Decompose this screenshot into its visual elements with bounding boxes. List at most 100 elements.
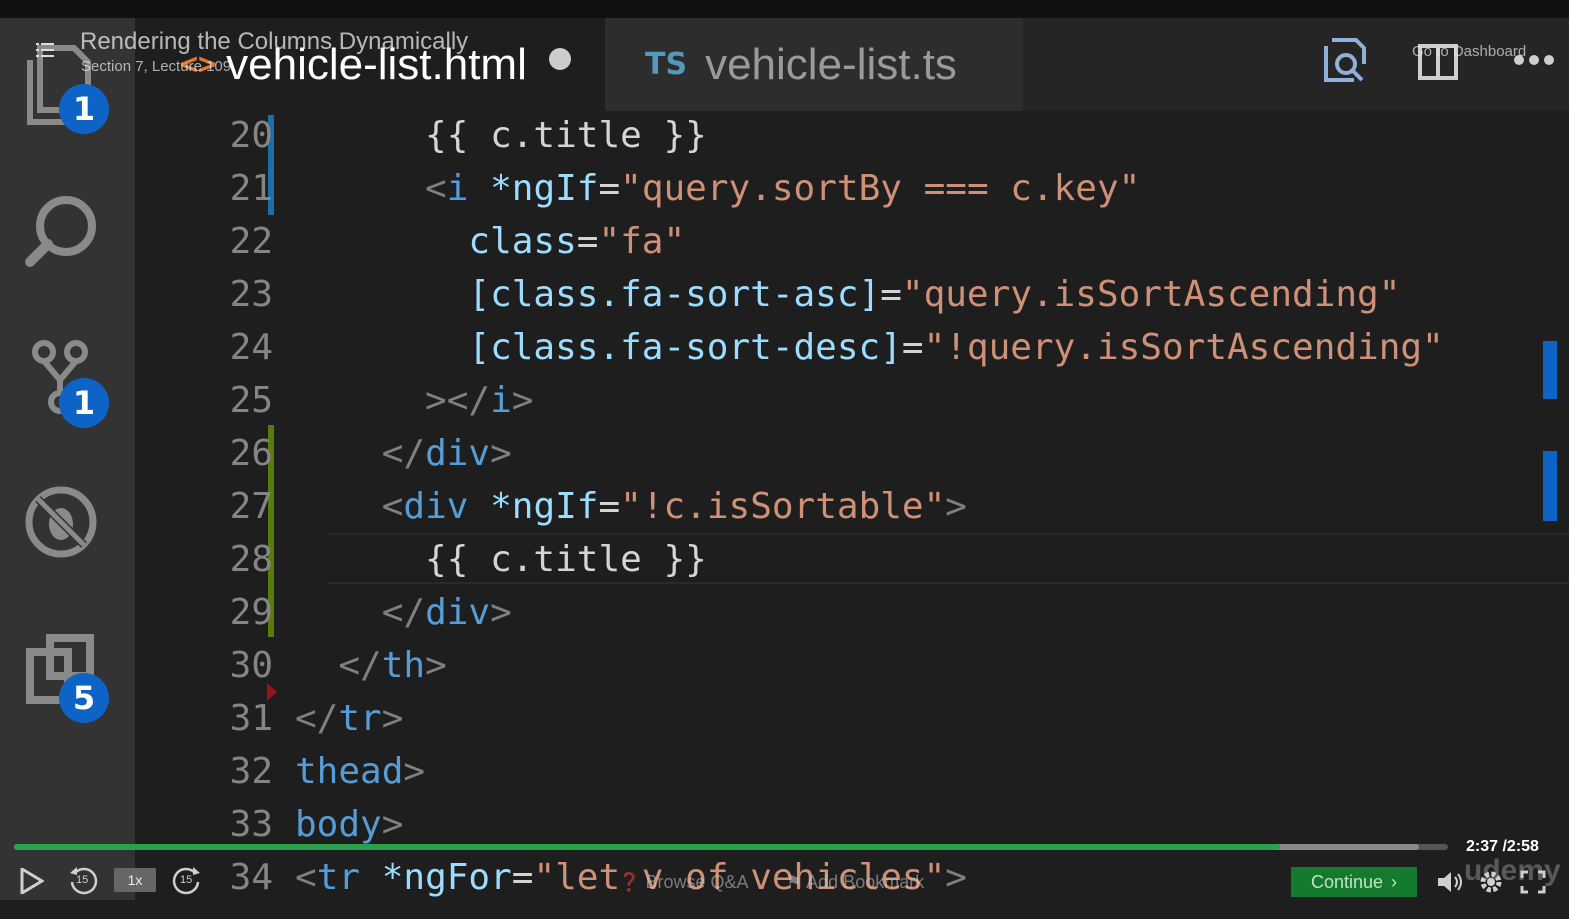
code-token: >	[945, 486, 967, 527]
code-token: =	[576, 221, 599, 262]
line-number: 22	[229, 221, 273, 262]
add-bookmark-label: Add Bookmark	[806, 872, 925, 892]
play-icon[interactable]	[20, 868, 44, 894]
code-text: <div *ngIf="!c.isSortable">	[295, 480, 967, 533]
code-line[interactable]: 23 [class.fa-sort-asc]="query.isSortAsce…	[135, 268, 1535, 321]
code-token: =	[598, 486, 621, 527]
code-token: tr	[338, 698, 382, 739]
line-number: 24	[229, 327, 273, 368]
code-token: =	[598, 168, 621, 209]
code-line[interactable]: 21 <i *ngIf="query.sortBy === c.key"	[135, 162, 1535, 215]
code-line[interactable]: 31 </tr>	[135, 692, 1535, 745]
code-text: </th>	[295, 639, 447, 692]
line-number: 20	[229, 115, 273, 156]
code-line[interactable]: 25 ></i>	[135, 374, 1535, 427]
code-line[interactable]: 30 </th>	[135, 639, 1535, 692]
code-token: thead	[295, 751, 404, 792]
browse-qa-label: Browse Q&A	[645, 872, 749, 892]
code-token: >	[403, 751, 426, 792]
continue-button[interactable]: Continue ›	[1291, 867, 1417, 897]
code-token: >	[511, 380, 534, 421]
code-token: "query.sortBy === c.key"	[620, 168, 1141, 209]
code-text: ></i>	[295, 374, 533, 427]
code-token: =	[901, 327, 924, 368]
scrollbar-change-marker	[1543, 341, 1557, 399]
duration: /2:58	[1502, 838, 1539, 855]
code-token: *ngIf	[468, 486, 599, 527]
search-preview-icon[interactable]	[1322, 38, 1368, 84]
browse-qa-link[interactable]: ❓ Browse Q&A	[618, 872, 748, 893]
lecture-list-icon[interactable]	[36, 42, 54, 58]
lecture-title: Rendering the Columns Dynamically	[80, 28, 469, 55]
fullscreen-icon[interactable]	[1520, 870, 1546, 894]
code-token: >	[490, 433, 512, 474]
code-token: div	[425, 433, 491, 474]
code-line[interactable]: 20 {{ c.title }}	[135, 109, 1535, 162]
code-line[interactable]: 26 </div>	[135, 427, 1535, 480]
code-token: </	[381, 592, 426, 633]
unsaved-dot-icon[interactable]	[549, 48, 571, 70]
code-token: {{ c.title }}	[425, 539, 707, 580]
line-number: 25	[229, 380, 273, 421]
line-number: 30	[229, 645, 273, 686]
code-text: {{ c.title }}	[295, 109, 707, 162]
code-text: class="fa"	[295, 215, 685, 268]
forward-label: 15	[180, 874, 193, 886]
code-text: <i *ngIf="query.sortBy === c.key"	[295, 162, 1140, 215]
tab-vehicle-list-ts[interactable]: TS vehicle-list.ts	[605, 18, 1023, 111]
code-token: *ngIf	[468, 168, 599, 209]
debug-icon[interactable]	[18, 478, 108, 568]
ts-file-icon: TS	[645, 47, 688, 82]
code-token: i	[490, 380, 512, 421]
line-number: 21	[229, 168, 273, 209]
forward-15-button[interactable]: 15	[172, 866, 202, 896]
code-token: [class.fa-sort-asc]	[468, 274, 881, 315]
explorer-badge: 1	[59, 84, 109, 134]
question-icon: ❓	[618, 872, 641, 892]
line-number: 31	[229, 698, 273, 739]
current-time: 2:37	[1466, 838, 1499, 855]
code-token: "!query.isSortAscending"	[923, 327, 1444, 368]
volume-icon[interactable]	[1436, 870, 1464, 894]
code-token: >	[425, 645, 447, 686]
code-line[interactable]: 32 thead>	[135, 745, 1535, 798]
bookmark-icon: ⚑	[786, 872, 803, 892]
code-editor[interactable]: 20 {{ c.title }} 21 <i *ngIf="query.sortB…	[135, 111, 1569, 900]
code-line[interactable]: 29 </div>	[135, 586, 1535, 639]
search-icon[interactable]	[18, 188, 108, 278]
code-line[interactable]: 22 class="fa"	[135, 215, 1535, 268]
code-token: "!c.isSortable"	[620, 486, 946, 527]
played-bar	[14, 844, 1281, 850]
code-line[interactable]: 24 [class.fa-sort-desc]="!query.isSortAs…	[135, 321, 1535, 374]
code-token: >	[381, 698, 404, 739]
line-number: 23	[229, 274, 273, 315]
code-token: [class.fa-sort-desc]	[468, 327, 902, 368]
video-player-controls: 2:37 /2:58 15 1x 15 ❓ Browse Q&A ⚑ Add B…	[0, 838, 1569, 919]
code-line[interactable]: 27 <div *ngIf="!c.isSortable">	[135, 480, 1535, 533]
code-token: </	[381, 433, 426, 474]
line-number: 32	[229, 751, 273, 792]
code-token: "query.isSortAscending"	[901, 274, 1401, 315]
code-token: {{ c.title }}	[425, 115, 707, 156]
no-bug-icon	[25, 486, 97, 558]
scm-badge: 1	[59, 378, 109, 428]
add-bookmark-link[interactable]: ⚑ Add Bookmark	[786, 872, 924, 893]
progress-bar[interactable]	[14, 844, 1448, 850]
code-token: =	[880, 274, 902, 315]
line-number: 27	[229, 486, 273, 527]
playback-speed-button[interactable]: 1x	[114, 868, 156, 892]
code-line[interactable]: 28 {{ c.title }}	[135, 533, 1535, 586]
code-token: </	[295, 698, 339, 739]
scrollbar-change-marker	[1543, 451, 1557, 521]
video-top-bar	[0, 0, 1569, 18]
magnifier-icon	[25, 196, 96, 267]
code-token: <	[425, 168, 447, 209]
code-token: >	[490, 592, 512, 633]
go-to-dashboard-link[interactable]: Go to Dashboard	[1412, 43, 1526, 60]
code-token: i	[446, 168, 469, 209]
code-token: div	[403, 486, 469, 527]
code-token: "fa"	[598, 221, 686, 262]
code-token: <	[381, 486, 404, 527]
rewind-15-button[interactable]: 15	[68, 866, 98, 896]
settings-gear-icon[interactable]	[1478, 869, 1504, 895]
